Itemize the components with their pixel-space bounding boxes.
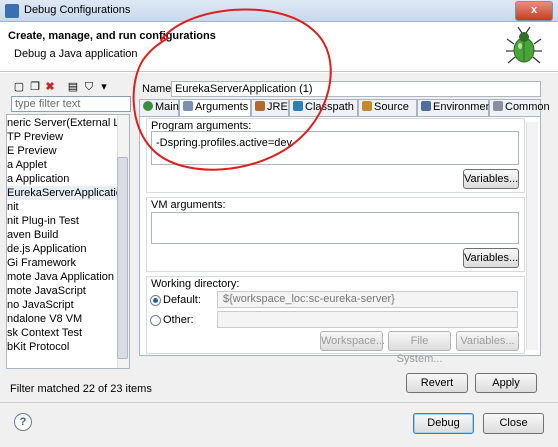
- tab-environment[interactable]: Environment: [417, 99, 495, 116]
- tab-label: Main: [155, 101, 179, 113]
- tab-label: Source: [374, 101, 409, 113]
- tab-common[interactable]: Common: [489, 99, 550, 116]
- tree-item[interactable]: neric Server(External Launc: [7, 116, 129, 130]
- common-tab-icon: [493, 101, 503, 111]
- workdir-label: Working directory:: [151, 278, 240, 290]
- new-config-icon[interactable]: ▢: [12, 80, 26, 94]
- config-tabs: Main Arguments JRE Classpath Source Envi…: [139, 99, 550, 117]
- program-args-textarea[interactable]: -Dspring.profiles.active=dev: [151, 131, 519, 165]
- default-radio[interactable]: [150, 295, 161, 306]
- config-type-tree: neric Server(External Launc TP Preview E…: [6, 114, 130, 369]
- program-variables-button[interactable]: Variables...: [463, 169, 519, 189]
- vm-args-textarea[interactable]: [151, 212, 519, 244]
- tree-item[interactable]: mote Java Application: [7, 270, 114, 284]
- tree-item[interactable]: TP Preview: [7, 130, 63, 144]
- filter-input[interactable]: type filter text: [11, 96, 131, 112]
- tree-item[interactable]: Gi Framework: [7, 256, 76, 270]
- collapse-all-icon[interactable]: ▤: [66, 80, 80, 94]
- tab-jre[interactable]: JRE: [251, 99, 289, 116]
- eclipse-debug-icon: [5, 4, 19, 18]
- tree-item[interactable]: a Applet: [7, 158, 47, 172]
- bug-icon: [506, 26, 542, 64]
- arguments-tab-icon: [183, 101, 193, 111]
- tab-classpath[interactable]: Classpath: [289, 99, 358, 116]
- tab-label: Classpath: [305, 101, 354, 113]
- main-tab-icon: [143, 101, 153, 111]
- file-system-button[interactable]: File System...: [388, 331, 451, 365]
- window-title: Debug Configurations: [24, 4, 131, 16]
- debug-button[interactable]: Debug: [413, 413, 474, 434]
- workspace-button[interactable]: Workspace...: [320, 331, 385, 351]
- panel-scrollbar[interactable]: [526, 122, 538, 350]
- tree-scrollbar[interactable]: [117, 115, 129, 368]
- filter-status: Filter matched 22 of 23 items: [10, 383, 152, 395]
- tree-item[interactable]: nit: [7, 200, 19, 214]
- close-button[interactable]: Close: [483, 413, 544, 434]
- environment-tab-icon: [421, 101, 431, 111]
- tree-item[interactable]: a Application: [7, 172, 69, 186]
- other-dir-field[interactable]: [217, 311, 518, 328]
- duplicate-config-icon[interactable]: ❐: [28, 80, 42, 94]
- jre-tab-icon: [255, 101, 265, 111]
- footer-divider: [0, 402, 558, 403]
- revert-button[interactable]: Revert: [406, 373, 468, 393]
- header-subtitle: Debug a Java application: [14, 48, 138, 60]
- tree-item-selected[interactable]: EurekaServerApplication (: [7, 186, 129, 200]
- vm-variables-button[interactable]: Variables...: [463, 248, 519, 268]
- tree-item[interactable]: E Preview: [7, 144, 57, 158]
- tab-source[interactable]: Source: [358, 99, 417, 116]
- program-args-value: -Dspring.profiles.active=dev: [156, 137, 293, 149]
- tab-label: Common: [505, 101, 550, 113]
- default-label: Default:: [163, 294, 201, 306]
- tree-item[interactable]: bKit Protocol: [7, 340, 69, 354]
- header-title: Create, manage, and run configurations: [8, 30, 216, 42]
- window-close-button[interactable]: x: [515, 1, 553, 21]
- tab-label: Environment: [433, 101, 495, 113]
- vm-args-label: VM arguments:: [151, 199, 226, 211]
- dropdown-arrow-icon[interactable]: ▾: [97, 80, 111, 94]
- tab-label: JRE: [267, 101, 288, 113]
- default-dir-field[interactable]: ${workspace_loc:sc-eureka-server}: [217, 291, 518, 308]
- tree-scrollbar-thumb[interactable]: [117, 157, 128, 359]
- tree-item[interactable]: sk Context Test: [7, 326, 82, 340]
- name-field[interactable]: EurekaServerApplication (1): [171, 81, 541, 97]
- tree-item[interactable]: ndalone V8 VM: [7, 312, 82, 326]
- tree-item[interactable]: de.js Application: [7, 242, 87, 256]
- other-radio[interactable]: [150, 315, 161, 326]
- dialog-header: Create, manage, and run configurations D…: [0, 22, 558, 72]
- tree-item[interactable]: mote JavaScript: [7, 284, 86, 298]
- tab-arguments[interactable]: Arguments: [179, 99, 251, 117]
- classpath-tab-icon: [293, 101, 303, 111]
- name-label: Name:: [142, 83, 175, 95]
- workdir-variables-button[interactable]: Variables...: [456, 331, 519, 351]
- tree-item[interactable]: no JavaScript: [7, 298, 74, 312]
- source-tab-icon: [362, 101, 372, 111]
- tab-main[interactable]: Main: [139, 99, 179, 116]
- help-icon[interactable]: ?: [14, 413, 32, 431]
- tree-item[interactable]: aven Build: [7, 228, 58, 242]
- delete-config-icon[interactable]: ✖: [43, 80, 57, 94]
- apply-button[interactable]: Apply: [475, 373, 537, 393]
- filter-config-icon[interactable]: ⛉: [82, 80, 96, 94]
- tree-item[interactable]: nit Plug-in Test: [7, 214, 79, 228]
- other-label: Other:: [163, 314, 194, 326]
- tab-label: Arguments: [195, 101, 249, 113]
- title-bar: Debug Configurations x: [0, 0, 558, 22]
